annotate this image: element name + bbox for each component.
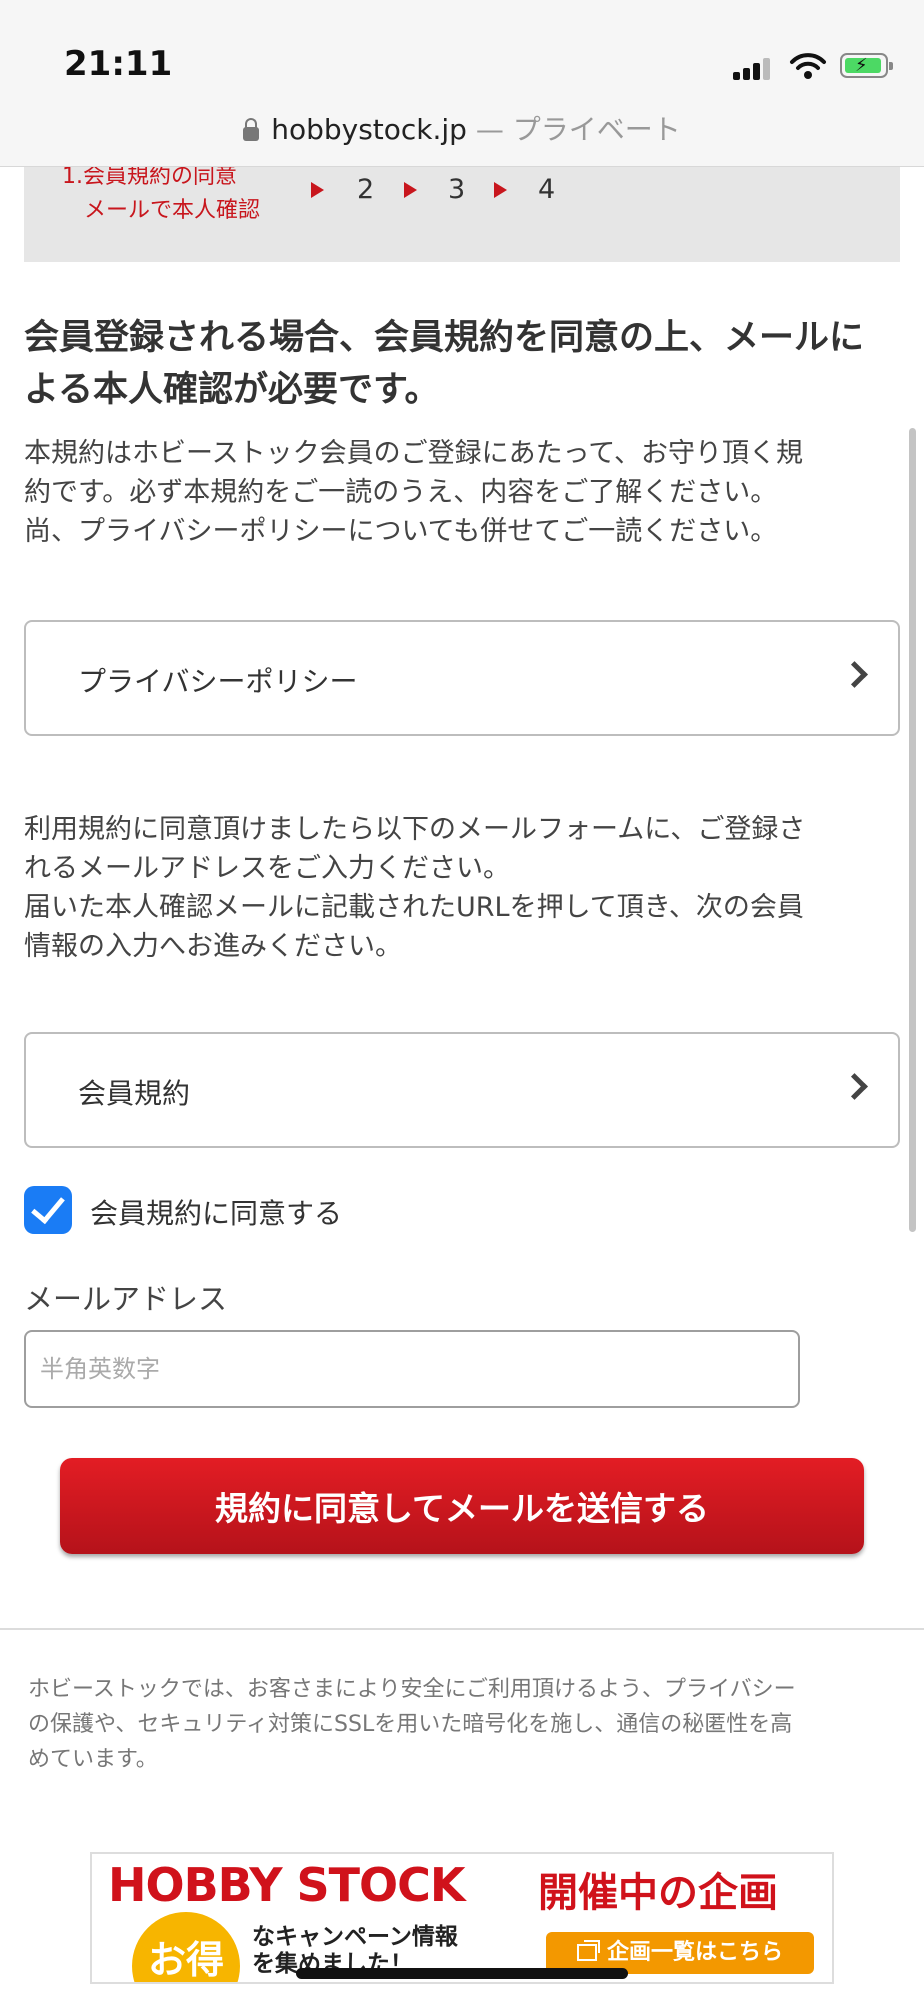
intro-line: 約です。必ず本規約をご一読のうえ、内容をご了解ください。 — [24, 477, 778, 508]
step-arrow-icon — [404, 182, 417, 198]
home-indicator — [296, 1968, 628, 1979]
banner-event-title: 開催中の企画 — [538, 1870, 778, 1916]
email-label: メールアドレス — [24, 1282, 228, 1316]
banner-campaign-line: なキャンペーン情報 — [252, 1924, 458, 1950]
step-1-line-1: 1.会員規約の同意 — [62, 164, 237, 189]
step-2: 2 — [357, 174, 375, 205]
email-input[interactable] — [24, 1330, 800, 1408]
instruction-line: 利用規約に同意頂けましたら以下のメールフォームに、ご登録さ — [24, 814, 806, 845]
agree-checkbox[interactable] — [24, 1186, 72, 1234]
address-bar[interactable]: hobbystock.jp — プライベート — [0, 108, 924, 148]
wifi-icon — [790, 53, 826, 79]
intro-text: 本規約はホビーストック会員のご登録にあたって、お守り頂く規 約です。必ず本規約を… — [24, 434, 904, 551]
instruction-line: 届いた本人確認メールに記載されたURLを押して頂き、次の会員 — [24, 892, 804, 923]
submit-button[interactable]: 規約に同意してメールを送信する — [60, 1458, 864, 1554]
member-terms-label: 会員規約 — [78, 1077, 191, 1110]
registration-steps: 1.会員規約の同意 メールで本人確認 2 3 4 — [24, 160, 900, 262]
campaign-banner[interactable]: HOBBY STOCK 開催中の企画 お得 なキャンペーン情報 を集めました！ … — [90, 1852, 834, 1984]
banner-brand-logo: HOBBY STOCK — [108, 1858, 466, 1912]
step-1: 1.会員規約の同意 メールで本人確認 — [62, 160, 260, 228]
divider — [0, 1628, 924, 1630]
step-arrow-icon — [494, 182, 507, 198]
instruction-line: 情報の入力へお進みください。 — [24, 931, 402, 962]
scrollbar[interactable] — [909, 428, 916, 1232]
external-window-icon — [576, 1940, 600, 1961]
instruction-text: 利用規約に同意頂けましたら以下のメールフォームに、ご登録さ れるメールアドレスを… — [24, 810, 904, 966]
privacy-policy-label: プライバシーポリシー — [78, 665, 358, 698]
banner-badge: お得 — [132, 1912, 240, 1982]
member-terms-link[interactable]: 会員規約 — [24, 1032, 900, 1148]
security-note-line: めています。 — [28, 1747, 158, 1772]
battery-icon: ⚡ — [840, 53, 893, 78]
intro-line: 尚、プライバシーポリシーについても併せてご一読ください。 — [24, 516, 778, 547]
security-note-line: ホビーストックでは、お客さまにより安全にご利用頂けるよう、プライバシー — [28, 1677, 796, 1702]
step-4: 4 — [538, 174, 556, 205]
url-host: hobbystock.jp — [271, 113, 467, 146]
chevron-right-icon — [841, 1073, 868, 1100]
banner-cta-label: 企画一覧はこちら — [606, 1940, 783, 1965]
signal-icon — [733, 58, 773, 80]
instruction-line: れるメールアドレスをご入力ください。 — [24, 853, 510, 884]
private-label: — プライベート — [475, 113, 681, 146]
step-1-line-2: メールで本人確認 — [84, 198, 261, 223]
chevron-right-icon — [841, 661, 868, 688]
status-time: 21:11 — [64, 44, 173, 84]
step-arrow-icon — [311, 182, 324, 198]
security-note: ホビーストックでは、お客さまにより安全にご利用頂けるよう、プライバシー の保護や… — [28, 1672, 898, 1777]
browser-top-bar: 21:11 ⚡ hobbystock.jp — プライベート — [0, 0, 924, 167]
step-3: 3 — [448, 174, 466, 205]
intro-line: 本規約はホビーストック会員のご登録にあたって、お守り頂く規 — [24, 438, 803, 469]
page-heading: 会員登録される場合、会員規約を同意の上、メールによる本人確認が必要です。 — [24, 318, 865, 410]
security-note-line: の保護や、セキュリティ対策にSSLを用いた暗号化を施し、通信の秘匿性を高 — [28, 1712, 793, 1737]
agree-checkbox-label: 会員規約に同意する — [90, 1197, 343, 1230]
privacy-policy-link[interactable]: プライバシーポリシー — [24, 620, 900, 736]
lock-icon — [243, 118, 260, 141]
